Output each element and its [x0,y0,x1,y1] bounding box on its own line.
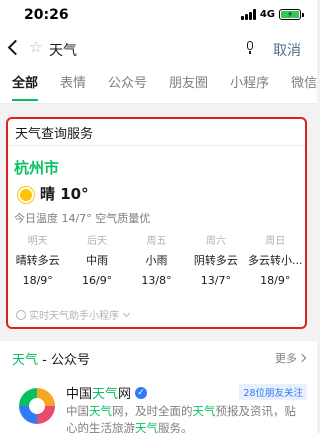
forecast-day: 周六 阴转多云 13/7° [186,235,245,288]
weather-card-title: 天气查询服务 [15,127,94,142]
forecast-day-label: 周五 [146,236,167,247]
forecast-day-label: 周日 [265,236,286,247]
more-label: 更多 [275,352,297,365]
battery-icon: ⚡ [279,9,304,20]
official-account-section: 天气 - 公众号 更多 中国天气网 ✓ 28位朋友关注 中国天气网，及时全面的天… [0,341,317,433]
account-name-keyword: 天气 [92,387,119,402]
search-tabs: 全部 表情 公众号 朋友圈 小程序 微信 [0,68,317,104]
forecast-day-label: 明天 [27,236,48,247]
friends-following-badge: 28位朋友关注 [239,384,307,400]
cancel-button[interactable]: 取消 [273,40,301,60]
mini-program-icon [16,309,26,320]
mini-program-label: 实时天气助手小程序 [29,311,119,322]
mini-program-link[interactable]: 实时天气助手小程序 [16,307,131,322]
desc-keyword: 天气 [89,404,112,418]
account-name-pre: 中国 [66,387,93,402]
forecast-day: 周日 多云转小... 18/9° [246,235,305,288]
desc-part: 网，及时全面的 [112,404,193,418]
forecast-day: 后天 中雨 16/9° [67,235,126,288]
forecast-day: 明天 晴转多云 18/9° [8,235,67,288]
section-title-keyword: 天气 [12,353,39,368]
status-time: 20:26 [24,7,69,23]
tab-official-accounts[interactable]: 公众号 [97,68,158,103]
microphone-icon[interactable] [246,41,254,54]
forecast-condition: 晴转多云 [15,254,60,267]
city-name[interactable]: 杭州市 [14,157,59,178]
section-title-suffix: - 公众号 [38,353,90,368]
forecast-day-label: 周六 [205,236,226,247]
chevron-down-icon [122,309,131,317]
forecast-condition: 阴转多云 [193,254,238,267]
current-condition: 晴 10° [40,185,89,203]
forecast-day: 周五 小雨 13/8° [127,235,186,288]
account-description: 中国天气网，及时全面的天气预报及资讯，贴心的生活旅游天气服务。 [66,403,304,433]
section-title: 天气 - 公众号 [12,349,90,368]
desc-part: 服务。 [158,421,193,433]
forecast-temp: 13/7° [200,274,231,287]
status-bar: 20:26 4G ⚡ [0,0,317,32]
account-name-post: 网 [118,387,132,402]
account-logo-icon[interactable] [15,384,59,428]
forecast-temp: 13/8° [141,274,172,287]
forecast-day-label: 后天 [87,236,108,247]
tab-moments[interactable]: 朋友圈 [158,68,219,103]
chevron-right-icon [297,353,307,363]
star-icon[interactable]: ☆ [29,38,42,56]
back-icon[interactable] [7,39,24,56]
divider [8,145,305,146]
status-indicators: 4G ⚡ [240,9,304,20]
today-summary: 今日温度 14/7° 空气质量优 [14,212,151,225]
forecast-temp: 18/9° [22,274,53,287]
forecast-condition: 中雨 [86,254,109,267]
forecast-temp: 18/9° [260,274,291,287]
forecast-condition: 小雨 [145,254,168,267]
tab-wechat[interactable]: 微信 [280,68,317,103]
tab-mini-programs[interactable]: 小程序 [219,68,280,103]
forecast-row: 明天 晴转多云 18/9° 后天 中雨 16/9° 周五 小雨 13/8° 周六… [8,235,305,288]
sun-icon [20,189,32,201]
signal-icon [240,9,256,20]
forecast-temp: 16/9° [81,274,113,287]
tab-stickers[interactable]: 表情 [49,68,97,103]
more-button[interactable]: 更多 [275,350,307,366]
account-name[interactable]: 中国天气网 ✓ [66,383,148,402]
search-bar: ☆ 天气 取消 [0,32,317,68]
tab-all[interactable]: 全部 [0,68,49,103]
desc-keyword: 天气 [135,421,158,433]
verified-icon: ✓ [135,386,148,399]
desc-part: 中国 [66,404,89,418]
forecast-condition: 多云转小... [248,254,303,267]
network-type: 4G [259,9,275,20]
weather-card[interactable]: 天气查询服务 杭州市 晴 10° 今日温度 14/7° 空气质量优 明天 晴转多… [6,117,307,329]
desc-keyword: 天气 [192,404,216,418]
search-input[interactable]: 天气 [49,40,77,60]
